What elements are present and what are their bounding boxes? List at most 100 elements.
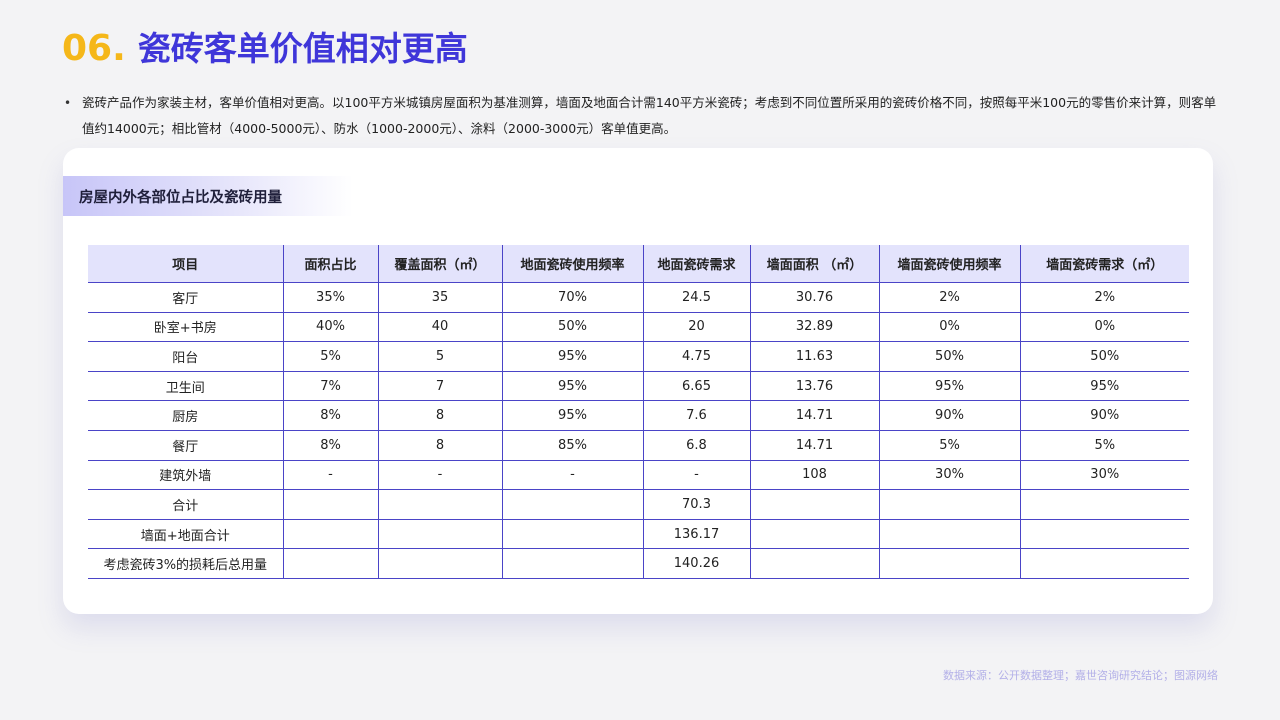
row-label-cell: 厨房 <box>88 400 284 431</box>
table-cell: 14.71 <box>749 400 880 431</box>
table-cell <box>282 548 379 579</box>
table-cell <box>282 489 379 520</box>
row-label-cell: 考虑瓷砖3%的损耗后总用量 <box>88 548 284 579</box>
table-cell: 90% <box>878 400 1021 431</box>
table-cell <box>377 489 503 520</box>
table-cell <box>1019 489 1189 520</box>
table-body: 客厅 35% 35 70% 24.5 30.76 2% 2% 卧室+书房 40% 40 50% 20 32… <box>88 282 1189 579</box>
table-cell <box>878 519 1021 550</box>
table-cell: 50% <box>501 312 644 343</box>
table-cell: 2% <box>1019 282 1189 313</box>
table-header-row: 项目 面积占比 覆盖面积（㎡） 地面瓷砖使用频率 地面瓷砖需求 墙面面积 （㎡）… <box>88 245 1189 283</box>
table-cell <box>878 489 1021 520</box>
table-row: 建筑外墙 - - - -108 30% 30% <box>88 460 1189 491</box>
column-header: 面积占比 <box>282 245 379 283</box>
column-header: 地面瓷砖使用频率 <box>501 245 644 283</box>
table-section-label: 房屋内外各部位占比及瓷砖用量 <box>63 176 353 216</box>
table-cell: 8% <box>282 400 379 431</box>
table-cell: 140.26 <box>642 548 751 579</box>
table-cell: 6.65 <box>642 371 751 402</box>
table-row: 餐厅 8% 8 85% 6.8 14.71 5% 5% <box>88 430 1189 461</box>
table-cell: 7.6 <box>642 400 751 431</box>
table-cell: 50% <box>1019 341 1189 372</box>
table-row: 墙面+地面合计 136.17 <box>88 519 1189 550</box>
table-row: 卫生间 7% 7 95% 6.65 13.76 95% 95% <box>88 371 1189 402</box>
table-cell <box>749 489 880 520</box>
table-cell: 6.8 <box>642 430 751 461</box>
table-cell: 8% <box>282 430 379 461</box>
table-cell: 70.3 <box>642 489 751 520</box>
table-cell: 90% <box>1019 400 1189 431</box>
table-row: 考虑瓷砖3%的损耗后总用量 140.26 <box>88 548 1189 579</box>
table-cell <box>377 519 503 550</box>
row-label-cell: 餐厅 <box>88 430 284 461</box>
table-cell <box>501 489 644 520</box>
table-cell: 108 <box>749 460 880 491</box>
table-cell: 13.76 <box>749 371 880 402</box>
title-text: 瓷砖客单价值相对更高 <box>137 29 468 68</box>
bullet-dot-icon: • <box>64 96 72 110</box>
column-header: 地面瓷砖需求 <box>642 245 751 283</box>
table-cell: 0% <box>878 312 1021 343</box>
table-cell: 30.76 <box>749 282 880 313</box>
table-cell: 40% <box>282 312 379 343</box>
table-cell <box>501 548 644 579</box>
table-cell: 20 <box>642 312 751 343</box>
table-row: 阳台 5% 5 95% 4.75 11.63 50% 50% <box>88 341 1189 372</box>
table-cell: 5% <box>282 341 379 372</box>
table-cell: 95% <box>501 400 644 431</box>
row-label-cell: 卧室+书房 <box>88 312 284 343</box>
table-cell: - <box>501 460 644 491</box>
table-cell: 85% <box>501 430 644 461</box>
table-cell <box>1019 548 1189 579</box>
data-source-note: 数据来源：公开数据整理；嘉世咨询研究结论；图源网络 <box>943 669 1218 682</box>
column-header: 墙面瓷砖使用频率 <box>878 245 1021 283</box>
table-cell: 5% <box>878 430 1021 461</box>
table-cell: 70% <box>501 282 644 313</box>
table-cell: - <box>377 460 503 491</box>
table-cell: 5% <box>1019 430 1189 461</box>
table-cell: 8 <box>377 430 503 461</box>
table-cell <box>749 519 880 550</box>
table-cell: 95% <box>501 341 644 372</box>
data-table: 项目 面积占比 覆盖面积（㎡） 地面瓷砖使用频率 地面瓷砖需求 墙面面积 （㎡）… <box>88 245 1189 579</box>
table-cell: 0% <box>1019 312 1189 343</box>
table-row: 合计 70.3 <box>88 489 1189 520</box>
summary-text: 瓷砖产品作为家装主材，客单价值相对更高。以100平方米城镇房屋面积为基准测算，墙… <box>82 95 1217 136</box>
table-cell: 50% <box>878 341 1021 372</box>
table-cell: 35 <box>377 282 503 313</box>
table-cell <box>377 548 503 579</box>
table-cell: 2% <box>878 282 1021 313</box>
table-cell <box>1019 519 1189 550</box>
row-label-cell: 墙面+地面合计 <box>88 519 284 550</box>
table-cell: 95% <box>878 371 1021 402</box>
row-label-cell: 卫生间 <box>88 371 284 402</box>
table-cell: - <box>282 460 379 491</box>
table-cell <box>282 519 379 550</box>
table-cell: 8 <box>377 400 503 431</box>
row-label-cell: 合计 <box>88 489 284 520</box>
table-cell: 30% <box>878 460 1021 491</box>
table-row: 客厅 35% 35 70% 24.5 30.76 2% 2% <box>88 282 1189 313</box>
column-header: 项目 <box>88 245 284 283</box>
table-cell: 30% <box>1019 460 1189 491</box>
table-cell: 7 <box>377 371 503 402</box>
row-label-cell: 客厅 <box>88 282 284 313</box>
table-row: 卧室+书房 40% 40 50% 20 32.89 0% 0% <box>88 312 1189 343</box>
column-header: 墙面瓷砖需求（㎡） <box>1019 245 1189 283</box>
table-cell: 7% <box>282 371 379 402</box>
table-cell: 11.63 <box>749 341 880 372</box>
summary-bullet: • 瓷砖产品作为家装主材，客单价值相对更高。以100平方米城镇房屋面积为基准测算… <box>64 90 1224 142</box>
table-cell <box>878 548 1021 579</box>
table-cell: 24.5 <box>642 282 751 313</box>
table-cell <box>501 519 644 550</box>
page-title: 06. 瓷砖客单价值相对更高 <box>62 22 468 70</box>
table-row: 厨房 8% 8 95% 7.6 14.71 90% 90% <box>88 400 1189 431</box>
table-cell: 136.17 <box>642 519 751 550</box>
section-number: 06. <box>62 28 126 69</box>
column-header: 墙面面积 （㎡） <box>749 245 880 283</box>
table-cell: 14.71 <box>749 430 880 461</box>
table-cell: - <box>642 460 751 491</box>
row-label-cell: 阳台 <box>88 341 284 372</box>
table-cell: 32.89 <box>749 312 880 343</box>
